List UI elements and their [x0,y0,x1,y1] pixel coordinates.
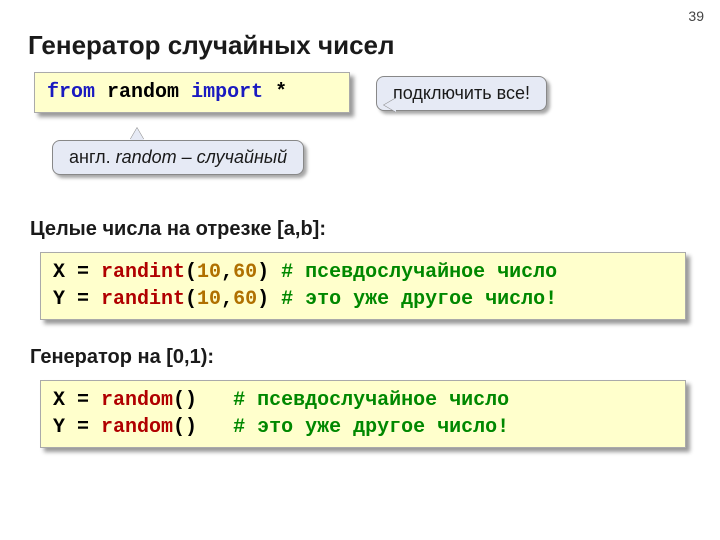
fn-randint: randint [101,288,185,311]
code-import: from random import * [34,72,350,113]
code-text: X = [53,389,101,412]
kw-import: import [191,81,263,104]
paren: ) [257,261,269,284]
callout-english-word: random [116,147,177,167]
comma: , [221,288,233,311]
number: 10 [197,288,221,311]
number: 10 [197,261,221,284]
fn-randint: randint [101,261,185,284]
import-star: * [275,81,287,104]
subheader-integers: Целые числа на отрезке [a,b]: [30,218,326,241]
comment: # это уже другое число! [233,416,509,439]
code-text: Y = [53,288,101,311]
callout-english: англ. random – случайный [52,140,304,175]
callout-tail-english [130,128,144,140]
code-text: X = [53,261,101,284]
callout-connect-all: подключить все! [376,76,547,111]
space [269,261,281,284]
code-text: Y = [53,416,101,439]
paren: ( [185,288,197,311]
module-name: random [107,81,179,104]
kw-from: from [47,81,95,104]
paren: () [173,389,197,412]
subheader-generator: Генератор на [0,1): [30,346,214,369]
paren: () [173,416,197,439]
space [269,288,281,311]
comment: # псевдослучайное число [281,261,557,284]
paren: ) [257,288,269,311]
fn-random: random [101,389,173,412]
callout-english-tail: – случайный [177,147,287,167]
number: 60 [233,261,257,284]
page-title: Генератор случайных чисел [28,30,395,61]
comment: # это уже другое число! [281,288,557,311]
space [197,416,233,439]
callout-tail-connect [384,98,396,112]
page-number: 39 [688,8,704,24]
comma: , [221,261,233,284]
number: 60 [233,288,257,311]
comment: # псевдослучайное число [233,389,509,412]
space [197,389,233,412]
code-randint: X = randint(10,60) # псевдослучайное чис… [40,252,686,320]
code-random: X = random() # псевдослучайное число Y =… [40,380,686,448]
callout-english-prefix: англ. [69,147,116,167]
paren: ( [185,261,197,284]
fn-random: random [101,416,173,439]
